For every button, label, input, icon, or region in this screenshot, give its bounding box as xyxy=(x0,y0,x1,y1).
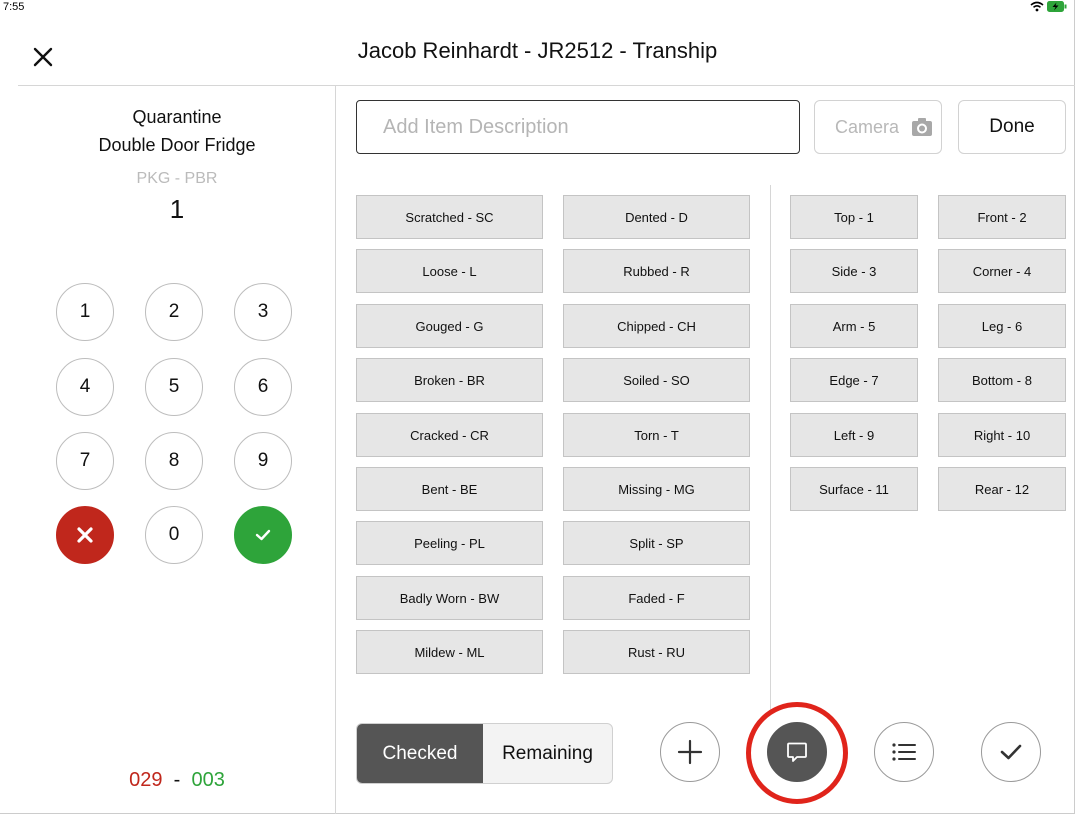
checked-tab[interactable]: Checked xyxy=(357,724,483,783)
location-front-button[interactable]: Front - 2 xyxy=(938,195,1066,239)
status-bar: 7:55 xyxy=(0,0,1075,16)
list-button[interactable] xyxy=(874,722,934,782)
wifi-icon xyxy=(1030,1,1044,12)
location-side-button[interactable]: Side - 3 xyxy=(790,249,918,293)
keypad-key-1[interactable]: 1 xyxy=(56,283,114,341)
left-panel: Quarantine Double Door Fridge PKG - PBR … xyxy=(18,86,336,814)
panel-divider xyxy=(770,185,771,714)
check-icon xyxy=(1000,744,1022,760)
battery-charging-icon xyxy=(1047,1,1067,12)
location-arm-button[interactable]: Arm - 5 xyxy=(790,304,918,348)
keypad-key-5[interactable]: 5 xyxy=(145,358,203,416)
keypad-key-9[interactable]: 9 xyxy=(234,432,292,490)
list-icon xyxy=(892,743,916,761)
count-separator: - xyxy=(173,769,181,791)
keypad-confirm-button[interactable] xyxy=(234,506,292,564)
condition-rubbed-button[interactable]: Rubbed - R xyxy=(563,249,750,293)
location-right-button[interactable]: Right - 10 xyxy=(938,413,1066,457)
item-description-input[interactable] xyxy=(356,100,800,154)
page-title: Jacob Reinhardt - JR2512 - Tranship xyxy=(357,38,718,63)
camera-icon xyxy=(912,118,932,136)
add-button[interactable] xyxy=(660,722,720,782)
view-toggle: Checked Remaining xyxy=(356,723,613,784)
condition-faded-button[interactable]: Faded - F xyxy=(563,576,750,620)
keypad-key-0[interactable]: 0 xyxy=(145,506,203,564)
keypad-key-8[interactable]: 8 xyxy=(145,432,203,490)
condition-cracked-button[interactable]: Cracked - CR xyxy=(356,413,543,457)
keypad-key-3[interactable]: 3 xyxy=(234,283,292,341)
remaining-tab[interactable]: Remaining xyxy=(483,724,612,783)
condition-badly-worn-button[interactable]: Badly Worn - BW xyxy=(356,576,543,620)
location-left-button[interactable]: Left - 9 xyxy=(790,413,918,457)
keypad-cancel-button[interactable] xyxy=(56,506,114,564)
location-top-button[interactable]: Top - 1 xyxy=(790,195,918,239)
done-button[interactable]: Done xyxy=(958,100,1066,154)
condition-gouged-button[interactable]: Gouged - G xyxy=(356,304,543,348)
condition-loose-button[interactable]: Loose - L xyxy=(356,249,543,293)
condition-soiled-button[interactable]: Soiled - SO xyxy=(563,358,750,402)
condition-scratched-button[interactable]: Scratched - SC xyxy=(356,195,543,239)
keypad-key-2[interactable]: 2 xyxy=(145,283,203,341)
location-corner-button[interactable]: Corner - 4 xyxy=(938,249,1066,293)
checked-count: 029 xyxy=(129,769,163,791)
add-icon xyxy=(677,739,703,765)
cancel-icon xyxy=(77,527,93,543)
keypad-key-4[interactable]: 4 xyxy=(56,358,114,416)
item-counts: 029 - 003 xyxy=(18,769,336,792)
camera-button[interactable]: Camera xyxy=(814,100,942,154)
confirm-icon xyxy=(255,529,271,541)
quantity-display: 1 xyxy=(169,194,185,224)
remaining-count: 003 xyxy=(191,769,225,791)
item-description: Double Door Fridge xyxy=(98,135,256,155)
condition-dented-button[interactable]: Dented - D xyxy=(563,195,750,239)
condition-chipped-button[interactable]: Chipped - CH xyxy=(563,304,750,348)
condition-peeling-button[interactable]: Peeling - PL xyxy=(356,521,543,565)
item-name: Quarantine Double Door Fridge xyxy=(18,103,336,159)
condition-rust-button[interactable]: Rust - RU xyxy=(563,630,750,674)
condition-torn-button[interactable]: Torn - T xyxy=(563,413,750,457)
finish-button[interactable] xyxy=(981,722,1041,782)
location-bottom-button[interactable]: Bottom - 8 xyxy=(938,358,1066,402)
item-category: Quarantine xyxy=(132,107,222,127)
keypad-key-7[interactable]: 7 xyxy=(56,432,114,490)
camera-label: Camera xyxy=(834,116,899,137)
location-rear-button[interactable]: Rear - 12 xyxy=(938,467,1066,511)
location-surface-button[interactable]: Surface - 11 xyxy=(790,467,918,511)
status-time: 7:55 xyxy=(3,1,25,13)
condition-missing-button[interactable]: Missing - MG xyxy=(563,467,750,511)
location-leg-button[interactable]: Leg - 6 xyxy=(938,304,1066,348)
comment-button[interactable] xyxy=(767,722,827,782)
condition-split-button[interactable]: Split - SP xyxy=(563,521,750,565)
comment-icon xyxy=(787,742,807,762)
condition-mildew-button[interactable]: Mildew - ML xyxy=(356,630,543,674)
keypad-key-6[interactable]: 6 xyxy=(234,358,292,416)
condition-broken-button[interactable]: Broken - BR xyxy=(356,358,543,402)
location-edge-button[interactable]: Edge - 7 xyxy=(790,358,918,402)
package-code: PKG - PBR xyxy=(136,170,218,187)
condition-bent-button[interactable]: Bent - BE xyxy=(356,467,543,511)
